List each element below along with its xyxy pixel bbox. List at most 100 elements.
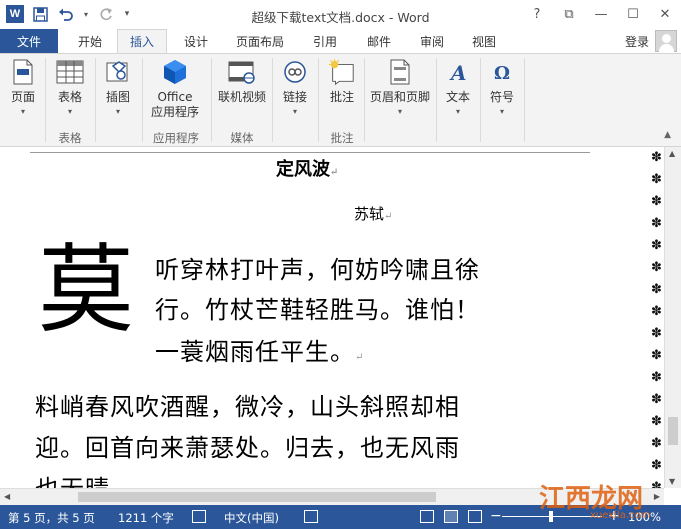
group-label-comments: 批注 <box>330 131 354 145</box>
svg-text:A: A <box>449 61 467 84</box>
tab-view[interactable]: 视图 <box>468 29 500 53</box>
comment-label: 批注 <box>329 90 354 104</box>
poem-title-text: 定风波 <box>276 159 330 180</box>
close-button[interactable]: ✕ <box>649 0 681 29</box>
tab-home[interactable]: 开始 <box>74 29 106 53</box>
poem-line: 迎。回首向来萧瑟处。归去，也无风雨 <box>35 434 460 462</box>
group-label-tables: 表格 <box>58 131 82 145</box>
chevron-down-icon: ▾ <box>292 107 297 116</box>
group-label-media: 媒体 <box>230 131 254 145</box>
comment-button[interactable]: 批注 <box>325 58 359 105</box>
collapse-ribbon-icon[interactable]: ▲ <box>664 130 671 140</box>
zoom-out-button[interactable]: − <box>490 508 502 524</box>
language-indicator[interactable]: 中文(中国) <box>224 510 279 526</box>
table-label: 表格 <box>57 90 82 104</box>
chevron-down-icon: ▾ <box>397 107 402 116</box>
scroll-down-icon[interactable]: ▼ <box>669 477 675 486</box>
poem-line: 也无晴 <box>35 469 110 488</box>
paragraph-mark: ↵ <box>330 167 339 178</box>
office-apps-button[interactable]: Office 应用程序 <box>144 58 206 120</box>
online-video-icon <box>228 58 256 86</box>
poem-author-text: 苏轼 <box>354 205 385 223</box>
web-layout-icon[interactable] <box>468 510 482 523</box>
read-mode-icon[interactable] <box>420 510 434 523</box>
table-icon <box>56 58 84 86</box>
pages-label: 页面 <box>10 90 35 104</box>
scroll-right-icon[interactable]: ▶ <box>654 492 660 501</box>
office-apps-label-line1: Office <box>157 90 193 104</box>
table-button[interactable]: 表格 ▾ <box>54 58 86 117</box>
text-icon: A <box>444 58 472 86</box>
poem-line: 一蓑烟雨任平生。↵ <box>155 332 364 367</box>
symbol-button[interactable]: Ω 符号 ▾ <box>486 58 518 117</box>
header-footer-icon <box>386 58 414 86</box>
chevron-down-icon: ▾ <box>499 107 504 116</box>
online-video-label: 联机视频 <box>217 90 266 104</box>
document-area[interactable]: 定风波↵ 苏轼↵ 莫 听穿林打叶声，何妨吟啸且徐 行。竹杖芒鞋轻胜马。谁怕！ 一… <box>0 147 681 488</box>
link-icon <box>281 58 309 86</box>
poem-title: 定风波↵ <box>276 155 338 181</box>
comment-icon <box>328 58 356 86</box>
text-label: 文本 <box>445 90 470 104</box>
avatar[interactable] <box>655 30 677 52</box>
links-button[interactable]: 链接 ▾ <box>279 58 311 117</box>
online-video-button[interactable]: 联机视频 <box>216 58 268 105</box>
chevron-down-icon: ▾ <box>455 107 460 116</box>
symbol-icon: Ω <box>488 58 516 86</box>
document-page[interactable]: 定风波↵ 苏轼↵ 莫 听穿林打叶声，何妨吟啸且徐 行。竹杖芒鞋轻胜马。谁怕！ 一… <box>0 147 664 488</box>
header-footer-label: 页眉和页脚 <box>369 90 430 104</box>
decorative-page-border: ✽ ✽ ✽ ✽ ✽ ✽ ✽ ✽ ✽ ✽ ✽ ✽ ✽ ✽ ✽ ✽ <box>651 150 662 488</box>
page-border-line <box>30 152 590 153</box>
macro-record-icon[interactable] <box>304 510 318 523</box>
tab-mailings[interactable]: 邮件 <box>363 29 395 53</box>
tab-review[interactable]: 审阅 <box>416 29 448 53</box>
tab-file[interactable]: 文件 <box>0 29 58 53</box>
help-button[interactable]: ? <box>521 0 553 29</box>
illustrations-label: 插图 <box>105 90 130 104</box>
tab-design[interactable]: 设计 <box>180 29 212 53</box>
office-apps-icon <box>161 58 189 86</box>
proofing-icon[interactable] <box>192 510 206 523</box>
tab-references[interactable]: 引用 <box>309 29 341 53</box>
illustrations-icon <box>104 58 132 86</box>
poem-line: 听穿林打叶声，何妨吟啸且徐 <box>155 256 480 284</box>
svg-text:Ω: Ω <box>494 63 510 84</box>
maximize-button[interactable]: ☐ <box>617 0 649 29</box>
ribbon-insert: 页面 ▾ 表格 ▾ 表格 插图 ▾ Office 应用程序 应用程序 联机视频 <box>0 53 681 147</box>
vertical-scroll-thumb[interactable] <box>668 417 678 445</box>
scroll-up-icon[interactable]: ▲ <box>669 149 675 158</box>
paragraph-mark: ↵ <box>355 352 365 363</box>
chevron-down-icon: ▾ <box>115 107 120 116</box>
poem-author: 苏轼↵ <box>354 203 392 224</box>
tab-page-layout[interactable]: 页面布局 <box>232 29 288 53</box>
title-bar: W ▾ ▾ 超级下载text文档.docx - Word ? ⧉ — ☐ ✕ <box>0 0 681 29</box>
pages-button[interactable]: 页面 ▾ <box>6 58 40 117</box>
poem-line: 料峭春风吹酒醒，微冷，山头斜照却相 <box>35 393 460 421</box>
horizontal-scroll-thumb[interactable] <box>78 492 436 502</box>
chevron-down-icon: ▾ <box>67 107 72 116</box>
poem-line: 行。竹杖芒鞋轻胜马。谁怕！ <box>155 296 480 324</box>
drop-cap: 莫 <box>38 234 134 346</box>
print-layout-icon[interactable] <box>444 510 458 523</box>
ribbon-display-options-button[interactable]: ⧉ <box>553 0 585 29</box>
site-watermark-url: xuexila.com <box>590 510 651 521</box>
chevron-down-icon: ▾ <box>20 107 25 116</box>
page-count[interactable]: 第 5 页，共 5 页 <box>8 510 95 526</box>
ribbon-tabs: 文件 开始 插入 设计 页面布局 引用 邮件 审阅 视图 登录 <box>0 29 681 54</box>
sign-in-link[interactable]: 登录 <box>625 33 649 50</box>
office-apps-label-line2: 应用程序 <box>150 105 199 119</box>
illustrations-button[interactable]: 插图 ▾ <box>102 58 134 117</box>
symbol-label: 符号 <box>489 90 514 104</box>
vertical-scrollbar[interactable]: ▲ ▼ <box>664 147 681 488</box>
header-footer-button[interactable]: 页眉和页脚 ▾ <box>368 58 432 117</box>
tab-insert[interactable]: 插入 <box>117 29 168 54</box>
text-button[interactable]: A 文本 ▾ <box>442 58 474 117</box>
paragraph-mark: ↵ <box>384 211 393 222</box>
word-count[interactable]: 1211 个字 <box>118 510 174 526</box>
scroll-left-icon[interactable]: ◀ <box>4 492 10 501</box>
links-label: 链接 <box>282 90 307 104</box>
group-label-apps: 应用程序 <box>153 131 199 145</box>
minimize-button[interactable]: — <box>585 0 617 29</box>
poem-line-text: 一蓑烟雨任平生。 <box>155 338 355 366</box>
page-icon <box>9 58 37 86</box>
